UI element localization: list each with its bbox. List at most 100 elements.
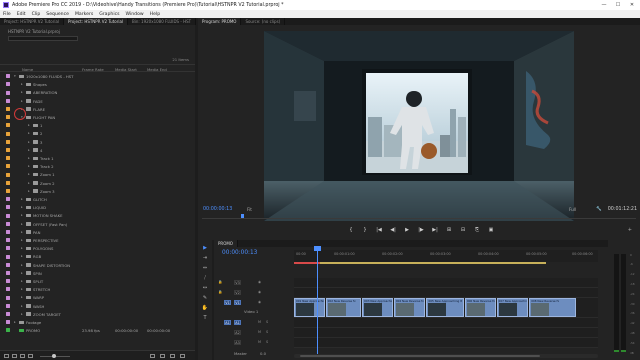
label-color-chip[interactable]: [6, 164, 10, 169]
label-color-chip[interactable]: [6, 287, 10, 292]
disclosure-triangle-icon[interactable]: ▸: [21, 312, 24, 316]
extract-button[interactable]: ⊟: [460, 227, 466, 233]
track-target-a1[interactable]: A1: [234, 320, 241, 325]
label-color-chip[interactable]: [6, 180, 10, 185]
label-color-chip[interactable]: [6, 98, 10, 103]
go-to-in-button[interactable]: |◀: [376, 227, 382, 233]
mark-out-button[interactable]: }: [362, 227, 368, 233]
menu-window[interactable]: Window: [126, 12, 144, 17]
play-button[interactable]: ▶: [404, 227, 410, 233]
menu-help[interactable]: Help: [150, 12, 160, 17]
disclosure-triangle-icon[interactable]: ▸: [28, 189, 31, 193]
timeline-clip[interactable]: 001 New Approaching 8 fx: [294, 298, 325, 317]
track-target-v2[interactable]: V2: [234, 290, 241, 295]
track-target-a3[interactable]: A3: [234, 340, 241, 345]
mark-in-button[interactable]: {: [348, 227, 354, 233]
label-color-chip[interactable]: [6, 147, 10, 152]
button-editor-plus[interactable]: +: [628, 227, 632, 233]
ripple-edit-tool-icon[interactable]: ⇔: [201, 264, 209, 272]
label-color-chip[interactable]: [6, 139, 10, 144]
sequence-item[interactable]: PROMO 23.98 fps 00:00:00:00 00:00:00:00: [0, 326, 195, 335]
close-button[interactable]: ✕: [625, 0, 639, 10]
lane-v3[interactable]: [294, 278, 598, 288]
menu-file[interactable]: File: [3, 12, 11, 17]
scrollbar-thumb[interactable]: [300, 354, 540, 358]
label-color-chip[interactable]: [6, 90, 10, 95]
label-color-chip[interactable]: [6, 270, 10, 275]
disclosure-triangle-icon[interactable]: ▾: [14, 74, 17, 78]
label-color-chip[interactable]: [6, 197, 10, 202]
label-color-chip[interactable]: [6, 303, 10, 308]
label-color-chip[interactable]: [6, 106, 10, 111]
disclosure-triangle-icon[interactable]: ▸: [28, 131, 31, 135]
disclosure-triangle-icon[interactable]: ▸: [21, 99, 24, 103]
label-color-chip[interactable]: [6, 172, 10, 177]
label-color-chip[interactable]: [6, 115, 10, 120]
label-color-chip[interactable]: [6, 262, 10, 267]
tab-project[interactable]: Project: HSTNPR V2 Tutorial: [0, 18, 65, 25]
slip-tool-icon[interactable]: ↔: [201, 284, 209, 292]
label-color-chip[interactable]: [6, 295, 10, 300]
timeline-ruler[interactable]: 00:00 00:00:01:00 00:00:02:00 00:00:03:0…: [294, 250, 598, 262]
timeline-clip[interactable]: 002 New Reverse fx: [325, 298, 362, 317]
list-view-icon[interactable]: [12, 354, 17, 358]
disclosure-triangle-icon[interactable]: ▸: [21, 254, 24, 258]
lane-v1[interactable]: 001 New Approaching 8 fx002 New Reverse …: [294, 298, 598, 318]
disclosure-triangle-icon[interactable]: ▸: [21, 197, 24, 201]
selection-tool-icon[interactable]: ▶: [201, 244, 209, 252]
mute-icon[interactable]: M: [258, 320, 263, 325]
label-color-chip[interactable]: [6, 205, 10, 210]
disclosure-triangle-icon[interactable]: ▸: [14, 320, 17, 324]
disclosure-triangle-icon[interactable]: ▸: [28, 156, 31, 160]
label-color-chip[interactable]: [6, 74, 10, 79]
lane-a1[interactable]: [294, 318, 598, 328]
disclosure-triangle-icon[interactable]: ▸: [21, 222, 24, 226]
disclosure-triangle-icon[interactable]: ▸: [21, 279, 24, 283]
timeline-clip[interactable]: 008 New Reverse fx: [529, 298, 577, 317]
maximize-button[interactable]: ☐: [611, 0, 625, 10]
timeline-clip[interactable]: 006 New Reverse fx: [464, 298, 496, 317]
disclosure-triangle-icon[interactable]: ▸: [21, 213, 24, 217]
menu-edit[interactable]: Edit: [17, 12, 26, 17]
track-target-a2[interactable]: A2: [234, 330, 241, 335]
disclosure-triangle-icon[interactable]: ▸: [21, 238, 24, 242]
freeform-view-icon[interactable]: [28, 354, 33, 358]
export-frame-button[interactable]: ⎘: [474, 227, 480, 233]
eye-icon[interactable]: ◉: [258, 280, 263, 285]
label-color-chip[interactable]: [6, 229, 10, 234]
timeline-clip[interactable]: 004 New Reverse fx: [393, 298, 426, 317]
disclosure-triangle-icon[interactable]: ▸: [21, 205, 24, 209]
disclosure-triangle-icon[interactable]: ▸: [28, 123, 31, 127]
disclosure-triangle-icon[interactable]: ▸: [28, 164, 31, 168]
eye-icon[interactable]: ◉: [258, 290, 263, 295]
track-target-v1[interactable]: V1: [234, 300, 241, 305]
step-back-button[interactable]: ◀|: [390, 227, 396, 233]
tab-project-active[interactable]: Project: HSTNPR V2 Tutorial: [64, 18, 129, 25]
type-tool-icon[interactable]: T: [201, 314, 209, 322]
solo-icon[interactable]: S: [266, 330, 271, 335]
menu-clip[interactable]: Clip: [32, 12, 41, 17]
new-bin-icon[interactable]: [150, 354, 155, 358]
label-color-chip[interactable]: [6, 221, 10, 226]
timeline-clip[interactable]: 005 New Approaching 8 fx: [426, 298, 464, 317]
zoom-slider-knob[interactable]: [52, 354, 56, 358]
timeline-playhead[interactable]: [317, 248, 318, 356]
icon-view-icon[interactable]: [20, 354, 25, 358]
label-color-chip[interactable]: [6, 254, 10, 259]
eye-icon[interactable]: ◉: [258, 300, 263, 305]
lane-a2[interactable]: [294, 328, 598, 338]
disclosure-triangle-icon[interactable]: ▸: [21, 287, 24, 291]
menu-graphics[interactable]: Graphics: [99, 12, 119, 17]
razor-tool-icon[interactable]: ⧸: [201, 274, 209, 282]
disclosure-triangle-icon[interactable]: ▸: [21, 304, 24, 308]
label-color-chip[interactable]: [6, 213, 10, 218]
disclosure-triangle-icon[interactable]: ▸: [21, 90, 24, 94]
source-patch-a1[interactable]: A1: [224, 320, 231, 325]
label-color-chip[interactable]: [6, 188, 10, 193]
menu-sequence[interactable]: Sequence: [46, 12, 69, 17]
disclosure-triangle-icon[interactable]: ▸: [28, 181, 31, 185]
go-to-out-button[interactable]: ▶|: [432, 227, 438, 233]
menu-markers[interactable]: Markers: [75, 12, 93, 17]
new-item-icon[interactable]: [160, 354, 165, 358]
pen-tool-icon[interactable]: ✎: [201, 294, 209, 302]
